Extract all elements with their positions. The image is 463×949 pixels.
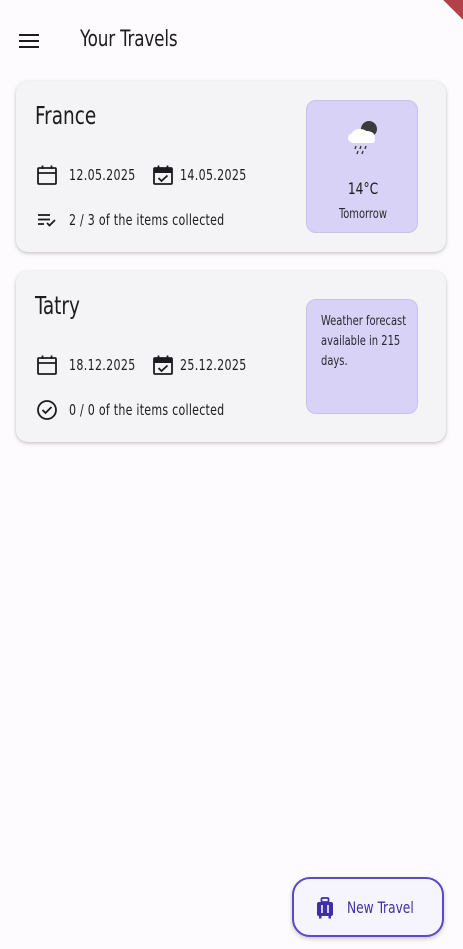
- items-count: 0 / 0 of the items collected: [69, 401, 225, 419]
- end-date: 14.05.2025: [180, 166, 247, 184]
- travel-dates: 12.05.2025 14.05.2025: [36, 164, 262, 186]
- travel-card-france[interactable]: France 12.05.2025 14.05.2025 2 / 3 of th…: [16, 81, 446, 252]
- forecast-day: Tomorrow: [339, 207, 387, 222]
- new-travel-label: New Travel: [347, 898, 414, 917]
- calendar-check-icon: [153, 355, 174, 375]
- new-travel-button[interactable]: New Travel: [292, 877, 444, 937]
- travel-name: Tatry: [35, 291, 80, 320]
- travel-name: France: [35, 101, 97, 130]
- checklist-icon: [38, 214, 56, 227]
- weather-widget[interactable]: Weather forecast available in 215 days.: [306, 299, 418, 414]
- end-date: 25.12.2025: [180, 356, 247, 374]
- weather-widget[interactable]: 14°C Tomorrow: [306, 100, 418, 233]
- items-count: 2 / 3 of the items collected: [69, 211, 225, 229]
- page-title: Your Travels: [80, 27, 178, 52]
- start-date: 18.12.2025: [69, 356, 136, 374]
- forecast-unavailable-note: Weather forecast available in 215 days.: [321, 314, 407, 369]
- start-date: 12.05.2025: [69, 166, 136, 184]
- items-progress: 0 / 0 of the items collected: [36, 399, 259, 421]
- calendar-check-icon: [153, 165, 174, 185]
- menu-icon[interactable]: [19, 34, 41, 50]
- check-circle-icon: [37, 400, 57, 420]
- temperature: 14°C: [347, 179, 379, 198]
- travel-card-tatry[interactable]: Tatry 18.12.2025 25.12.2025 0 / 0 of the…: [16, 271, 446, 442]
- luggage-icon: [317, 897, 333, 919]
- items-progress: 2 / 3 of the items collected: [36, 209, 259, 231]
- cloud-rain-icon: [348, 121, 377, 155]
- app-bar: Your Travels: [0, 0, 463, 82]
- calendar-icon: [37, 165, 57, 185]
- calendar-icon: [37, 355, 57, 375]
- travel-dates: 18.12.2025 25.12.2025: [36, 354, 262, 376]
